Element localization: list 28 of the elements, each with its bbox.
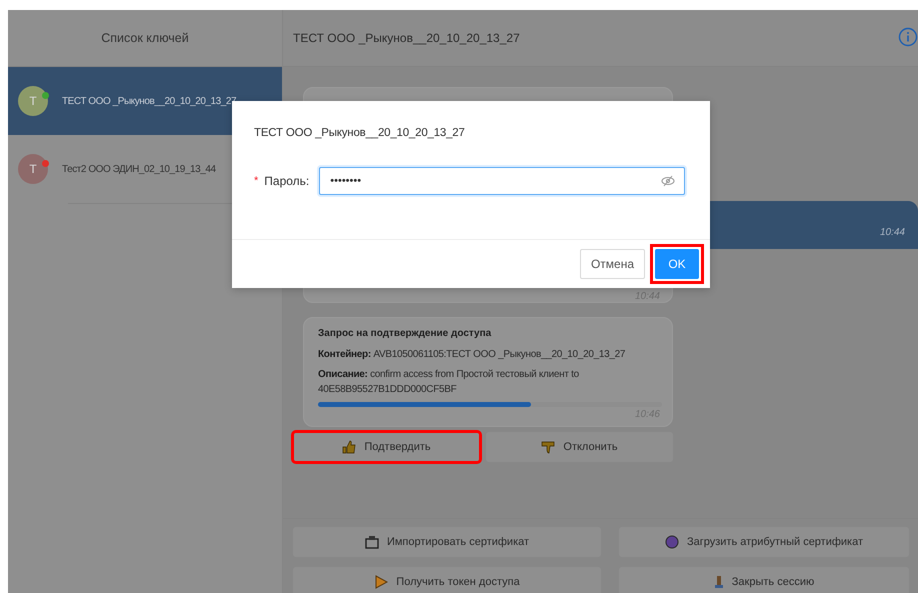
- chat-title: ТЕСТ ООО _Рыкунов__20_10_20_13_27: [293, 31, 520, 45]
- request-detail: Описание: confirm access from Простой тестовый клиент to 40E58B95527B1DDD000CF5BF: [318, 368, 580, 397]
- hidden-eye-icon[interactable]: [661, 175, 676, 187]
- circle-icon: [664, 535, 679, 549]
- triangle-icon: [374, 575, 388, 589]
- required-mark: *: [254, 175, 258, 187]
- action-button[interactable]: Закрыть сессию: [619, 567, 909, 593]
- request-title: Запрос на подтверждение доступа: [318, 328, 492, 339]
- message-time: 10:44: [880, 227, 905, 238]
- action-button[interactable]: Получить токен доступа: [293, 567, 601, 593]
- request-detail: Контейнер: AVB1050061105:ТЕСТ ООО _Рыкунов__20_10_20_13_27: [318, 348, 626, 362]
- briefcase-icon: [364, 535, 379, 549]
- key-name: Тест2 ООО ЭДИН_02_10_19_13_44: [62, 164, 216, 174]
- avatar: T: [18, 154, 48, 184]
- dialog-title: ТЕСТ ООО _Рыкунов__20_10_20_13_27: [253, 126, 466, 141]
- thumbs-up-icon: [342, 440, 356, 454]
- password-field[interactable]: ••••••••: [319, 167, 686, 195]
- reject-button[interactable]: Отклонить: [486, 432, 673, 462]
- confirm-button[interactable]: Подтвердить: [293, 432, 480, 462]
- field-label: Пароль:: [264, 174, 310, 188]
- action-button[interactable]: Загрузить атрибутный сертификат: [619, 527, 909, 557]
- info-icon[interactable]: [898, 26, 918, 46]
- action-button[interactable]: Импортировать сертификат: [293, 527, 601, 557]
- cancel-button[interactable]: Отмена: [580, 249, 645, 279]
- avatar: T: [18, 86, 48, 116]
- ok-button[interactable]: OK: [655, 249, 699, 279]
- thumbs-down-icon: [541, 440, 556, 454]
- key-list-item[interactable]: T Тест2 ООО ЭДИН_02_10_19_13_44: [8, 135, 232, 203]
